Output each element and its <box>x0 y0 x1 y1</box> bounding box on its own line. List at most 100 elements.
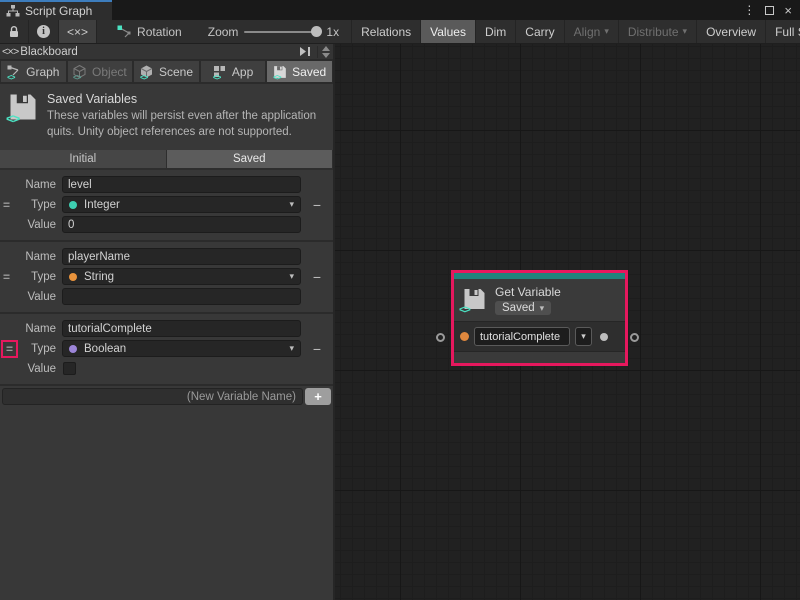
code-view-button[interactable]: <×> <box>59 20 97 43</box>
zoom-slider[interactable] <box>244 31 320 33</box>
scroll-down-icon[interactable] <box>322 53 330 58</box>
variable-type-dropdown[interactable]: String ▾ <box>62 268 301 285</box>
value-label: Value <box>0 363 62 375</box>
type-color-dot <box>69 201 77 209</box>
variable-name-port[interactable] <box>460 332 469 341</box>
graph-canvas[interactable]: <> Get Variable Saved ▾ ▾ <box>335 44 800 600</box>
blackboard-title: Blackboard <box>20 46 78 58</box>
full-screen-button[interactable]: Full Screen <box>765 20 800 43</box>
node-variable-name-input[interactable] <box>474 327 570 346</box>
lock-icon <box>8 25 20 39</box>
zoom-control: Zoom 1x <box>208 20 339 43</box>
close-icon[interactable]: × <box>784 4 792 17</box>
name-label: Name <box>0 179 62 191</box>
name-label: Name <box>0 251 62 263</box>
zoom-value: 1x <box>326 25 339 39</box>
type-color-dot <box>69 345 77 353</box>
graph-toolbar: i <×> Rotation Zoom 1x Relations Values … <box>0 20 800 44</box>
chevron-down-icon: ▾ <box>581 331 586 342</box>
variable-scope-dropdown[interactable]: Saved ▾ <box>495 301 551 315</box>
chevron-down-icon: ▾ <box>289 343 294 354</box>
tab-saved[interactable]: <> Saved <box>267 61 332 82</box>
variable-drag-handle[interactable]: = <box>3 198 10 212</box>
align-button[interactable]: Align▾ <box>564 20 618 43</box>
variables-code-icon: <×> <box>2 46 18 58</box>
variables-list: Name = Type Integer ▾ − Value <box>0 170 333 407</box>
remove-variable-button[interactable]: − <box>313 270 321 284</box>
new-variable-name-input[interactable] <box>2 388 303 405</box>
tab-object[interactable]: <> Object <box>68 61 133 82</box>
info-heading: Saved Variables <box>47 92 325 106</box>
dock-panel-icon[interactable] <box>300 47 311 56</box>
variable-drag-handle[interactable]: = <box>3 270 10 284</box>
rotation-button[interactable]: Rotation <box>117 20 182 43</box>
values-button[interactable]: Values <box>420 20 475 43</box>
new-variable-row: + <box>0 386 333 407</box>
saved-variable-node-icon: <> <box>462 287 487 314</box>
chevron-down-icon: ▾ <box>604 27 609 36</box>
get-variable-node[interactable]: <> Get Variable Saved ▾ ▾ <box>451 270 628 366</box>
variable-scope-tabs: <> Graph <> Object <> Scene <box>0 60 333 84</box>
variable-name-input[interactable] <box>62 248 301 265</box>
unity-visual-scripting-window: Script Graph ⋮ × i <×> Rotatio <box>0 0 800 600</box>
variable-picker-dropdown[interactable]: ▾ <box>575 327 592 346</box>
maximize-icon[interactable] <box>765 6 774 15</box>
add-variable-button[interactable]: + <box>305 388 331 405</box>
zoom-label: Zoom <box>208 25 239 39</box>
variable-value-input[interactable] <box>62 216 301 233</box>
variable-row-level: Name = Type Integer ▾ − Value <box>0 170 333 242</box>
variable-value-input[interactable] <box>62 288 301 305</box>
window-tab-script-graph[interactable]: Script Graph <box>0 0 112 20</box>
rotation-label: Rotation <box>137 25 182 39</box>
node-header[interactable]: <> Get Variable Saved ▾ <box>454 279 625 321</box>
window-controls: ⋮ × <box>743 0 800 20</box>
variable-name-input[interactable] <box>62 320 301 337</box>
zoom-slider-handle[interactable] <box>311 26 322 37</box>
dim-button[interactable]: Dim <box>475 20 515 43</box>
distribute-button[interactable]: Distribute▾ <box>618 20 696 43</box>
tab-graph[interactable]: <> Graph <box>1 61 66 82</box>
graph-variables-icon: <> <box>7 65 22 79</box>
info-button[interactable]: i <box>29 20 59 43</box>
scene-variables-icon: <> <box>140 65 155 79</box>
toolbar-toggle-group: Relations Values Dim Carry Align▾ Distri… <box>351 20 800 43</box>
app-variables-icon: <> <box>213 65 228 79</box>
variable-name-input[interactable] <box>62 176 301 193</box>
variable-type-dropdown[interactable]: Boolean ▾ <box>62 340 301 357</box>
remove-variable-button[interactable]: − <box>313 342 321 356</box>
remove-variable-button[interactable]: − <box>313 198 321 212</box>
input-port-ring[interactable] <box>436 333 445 342</box>
value-output-port[interactable] <box>600 333 608 341</box>
variable-row-playerName: Name = Type String ▾ − Value <box>0 242 333 314</box>
code-icon: <> <box>459 304 470 316</box>
tab-scene[interactable]: <> Scene <box>134 61 199 82</box>
scroll-up-icon[interactable] <box>322 46 330 51</box>
panel-scroll-arrows <box>317 46 331 58</box>
saved-variables-icon: <> <box>273 65 288 79</box>
name-label: Name <box>0 323 62 335</box>
subtab-initial[interactable]: Initial <box>0 150 167 168</box>
node-body: ▾ <box>454 321 625 352</box>
lock-button[interactable] <box>0 20 29 43</box>
variable-drag-handle-highlighted[interactable]: = <box>1 340 18 358</box>
script-graph-icon <box>6 5 20 17</box>
object-variables-icon: <> <box>73 65 88 79</box>
variable-row-tutorialComplete: Name = Type Boolean ▾ − Value <box>0 314 333 386</box>
overview-button[interactable]: Overview <box>696 20 765 43</box>
output-port-ring[interactable] <box>630 333 639 342</box>
info-description: These variables will persist even after … <box>47 109 325 140</box>
subtab-saved[interactable]: Saved <box>167 150 334 168</box>
carry-button[interactable]: Carry <box>515 20 563 43</box>
blackboard-header: <×> Blackboard <box>0 44 333 60</box>
window-menu-icon[interactable]: ⋮ <box>743 3 755 17</box>
initial-saved-subtabs: Initial Saved <box>0 150 333 170</box>
saved-variables-large-icon: <> <box>8 92 38 126</box>
tab-app[interactable]: <> App <box>201 61 266 82</box>
window-tab-label: Script Graph <box>25 4 92 18</box>
code-icon: <> <box>6 111 19 126</box>
chevron-down-icon: ▾ <box>540 304 545 313</box>
variable-type-dropdown[interactable]: Integer ▾ <box>62 196 301 213</box>
type-color-dot <box>69 273 77 281</box>
relations-button[interactable]: Relations <box>351 20 420 43</box>
variable-value-checkbox[interactable] <box>63 362 76 375</box>
